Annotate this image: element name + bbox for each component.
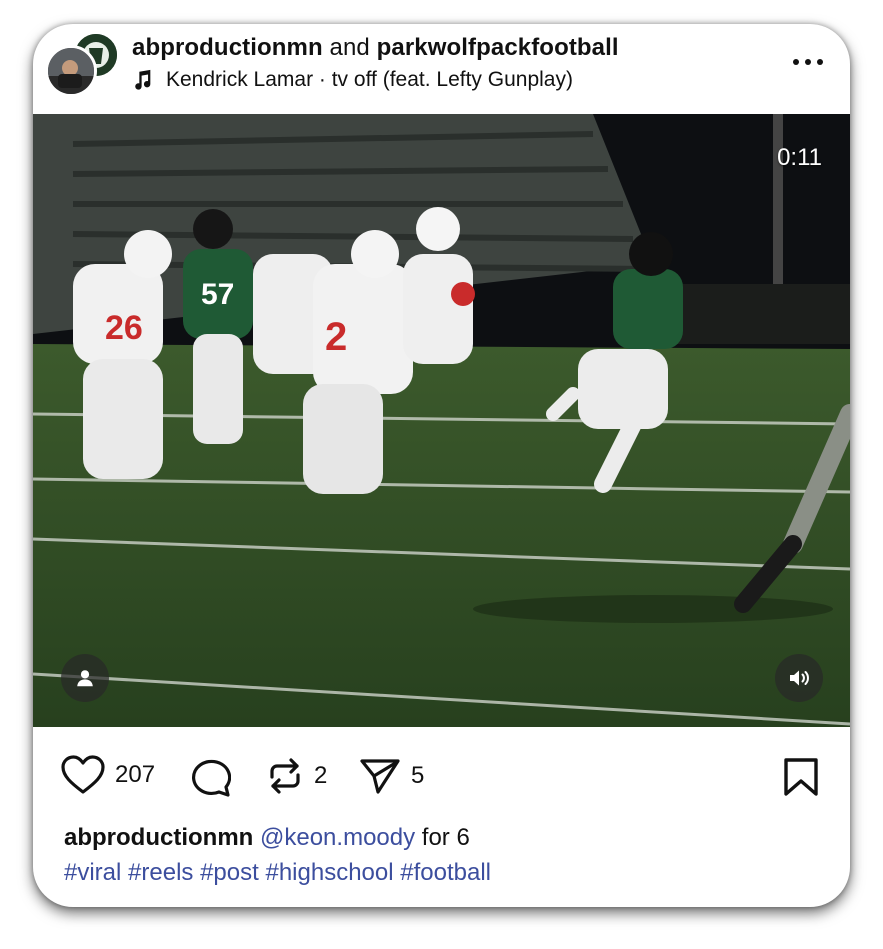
tagged-users-button[interactable] [61,654,109,702]
comment-bubble-icon [192,759,231,797]
post-card: abproductionmn and parkwolfpackfootball … [33,24,850,907]
bookmark-icon [784,758,818,796]
music-label: Kendrick Lamar · tv off (feat. Lefty Gun… [166,68,573,91]
post-caption: abproductionmn @keon.moody for 6 #viral … [64,820,491,890]
post-header: abproductionmn and parkwolfpackfootball … [33,24,850,114]
caption-line: abproductionmn @keon.moody for 6 [64,820,491,855]
hashtag-link[interactable]: #football [400,859,491,886]
music-note-icon [135,69,151,90]
author-joiner: and [329,34,370,61]
repost-count: 2 [314,762,328,789]
author-primary-link[interactable]: abproductionmn [132,34,323,61]
avatar-primary[interactable] [45,45,97,97]
share-button[interactable]: 5 [359,757,424,795]
speaker-icon [790,670,809,686]
caption-text: for 6 [421,824,470,851]
sound-toggle-button[interactable] [775,654,823,702]
svg-text:2: 2 [325,315,347,359]
avatar-stack[interactable] [45,32,119,98]
caption-mention[interactable]: @keon.moody [260,824,415,851]
repost-icon [270,758,300,794]
author-secondary-link[interactable]: parkwolfpackfootball [377,34,619,61]
action-bar: 207 2 5 [33,727,850,817]
send-icon [360,759,400,794]
music-attribution[interactable]: Kendrick Lamar · tv off (feat. Lefty Gun… [132,68,573,92]
hashtag-line: #viral #reels #post #highschool #footbal… [64,855,491,890]
hashtag-link[interactable]: #post [200,859,259,886]
heart-icon [61,755,105,794]
svg-text:26: 26 [105,309,143,347]
share-count: 5 [411,762,425,789]
video-frame: 57 26 2 [33,114,850,727]
like-button[interactable]: 207 [61,755,155,795]
svg-text:57: 57 [201,278,234,311]
more-dots-icon[interactable] [791,54,825,70]
hashtag-link[interactable]: #viral [64,859,121,886]
comment-button[interactable] [189,757,231,797]
hashtag-link[interactable]: #reels [128,859,193,886]
video-timestamp: 0:11 [777,144,822,171]
post-authors: abproductionmn and parkwolfpackfootball [132,34,619,62]
hashtag-link[interactable]: #highschool [265,859,393,886]
person-icon [77,670,93,687]
like-count: 207 [115,761,156,788]
repost-button[interactable]: 2 [266,757,327,795]
video-player[interactable]: 57 26 2 0:11 [33,114,850,727]
save-button[interactable] [783,757,819,797]
caption-username[interactable]: abproductionmn [64,824,253,851]
